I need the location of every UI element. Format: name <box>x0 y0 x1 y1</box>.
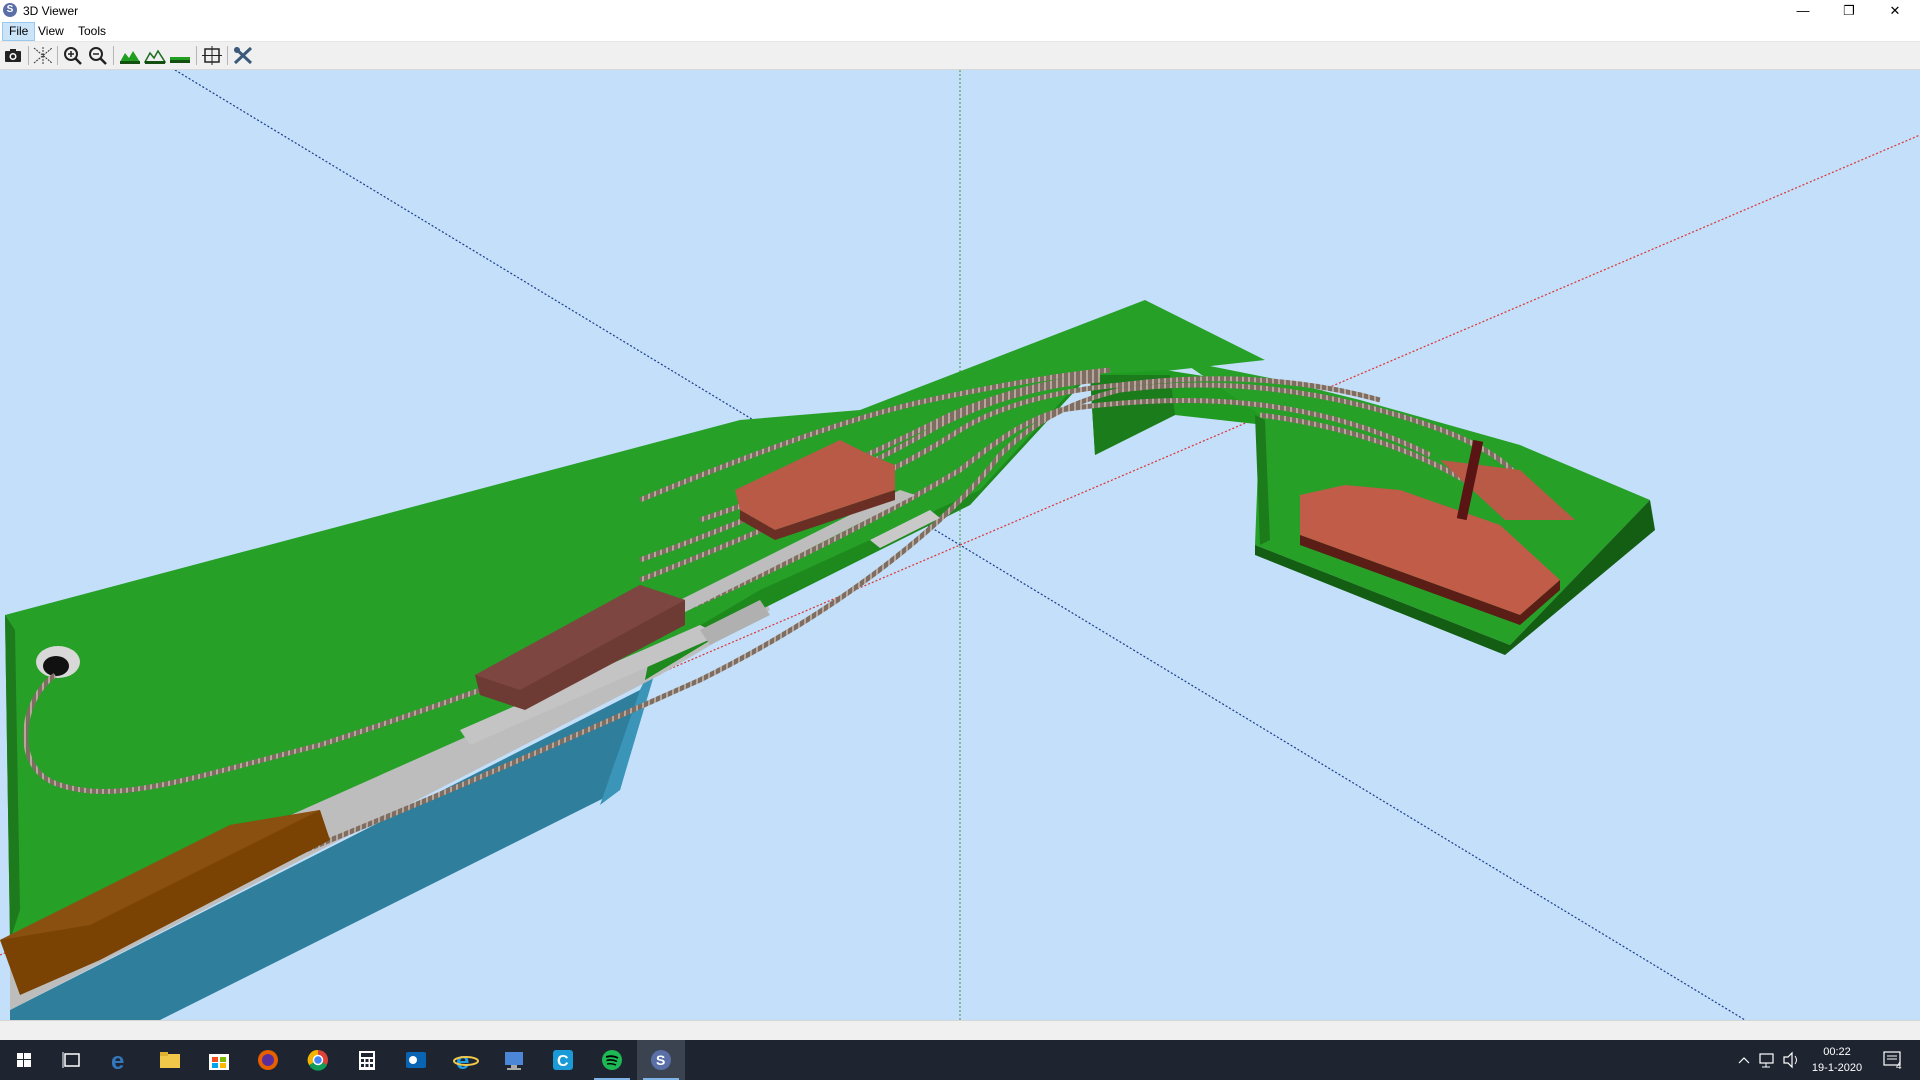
firefox-icon[interactable] <box>244 1040 292 1080</box>
app-icon: S <box>3 3 17 17</box>
outlook-icon[interactable] <box>392 1040 440 1080</box>
svg-text:e: e <box>456 1048 469 1075</box>
internet-explorer-icon[interactable]: e <box>441 1040 489 1080</box>
spotify-icon[interactable] <box>588 1040 636 1080</box>
clock-date[interactable]: 19-1-2020 <box>1808 1062 1866 1074</box>
toolbar <box>0 42 1920 70</box>
menu-file[interactable]: File <box>2 22 36 41</box>
taskbar: e e C S 00:22 19-1-2020 4 <box>0 1040 1920 1080</box>
fit-view-icon[interactable] <box>201 45 223 66</box>
restore-button[interactable]: ❐ <box>1826 0 1872 22</box>
tray-chevron-icon[interactable] <box>1736 1040 1752 1080</box>
window-title: 3D Viewer <box>23 4 79 18</box>
store-icon[interactable] <box>195 1040 243 1080</box>
task-view-icon[interactable] <box>48 1040 96 1080</box>
flat-terrain-icon[interactable] <box>169 45 191 66</box>
svg-text:S: S <box>656 1052 665 1068</box>
status-bar <box>0 1020 1920 1041</box>
layout-scene <box>0 70 1920 1020</box>
svg-text:C: C <box>557 1053 569 1070</box>
network-icon[interactable] <box>1756 1040 1778 1080</box>
volume-icon[interactable] <box>1780 1040 1802 1080</box>
zoom-out-icon[interactable] <box>87 45 109 66</box>
file-explorer-icon[interactable] <box>146 1040 194 1080</box>
tools-icon[interactable] <box>232 45 254 66</box>
windows-start-icon[interactable] <box>0 1040 48 1080</box>
scarm-icon[interactable]: S <box>637 1040 685 1080</box>
camera-icon[interactable] <box>2 45 24 66</box>
terrain-outline-icon[interactable] <box>143 45 167 66</box>
notification-count: 4 <box>1896 1061 1902 1072</box>
remote-desktop-icon[interactable] <box>490 1040 538 1080</box>
3d-viewport[interactable] <box>0 70 1920 1020</box>
edge-icon[interactable]: e <box>97 1040 145 1080</box>
chrome-icon[interactable] <box>294 1040 342 1080</box>
menu-bar: File View Tools <box>0 22 1920 42</box>
axes-icon[interactable] <box>32 45 54 66</box>
notification-center-icon[interactable]: 4 <box>1876 1040 1912 1080</box>
calculator-icon[interactable] <box>343 1040 391 1080</box>
zoom-in-icon[interactable] <box>62 45 84 66</box>
terrain-icon[interactable] <box>119 45 141 66</box>
svg-text:e: e <box>111 1048 124 1075</box>
menu-view[interactable]: View <box>32 23 70 40</box>
close-button[interactable]: ✕ <box>1872 0 1918 22</box>
menu-tools[interactable]: Tools <box>72 23 112 40</box>
ccleaner-icon[interactable]: C <box>539 1040 587 1080</box>
clock-time[interactable]: 00:22 <box>1808 1046 1866 1058</box>
title-bar: S 3D Viewer — ❐ ✕ <box>0 0 1920 22</box>
minimize-button[interactable]: — <box>1780 0 1826 22</box>
